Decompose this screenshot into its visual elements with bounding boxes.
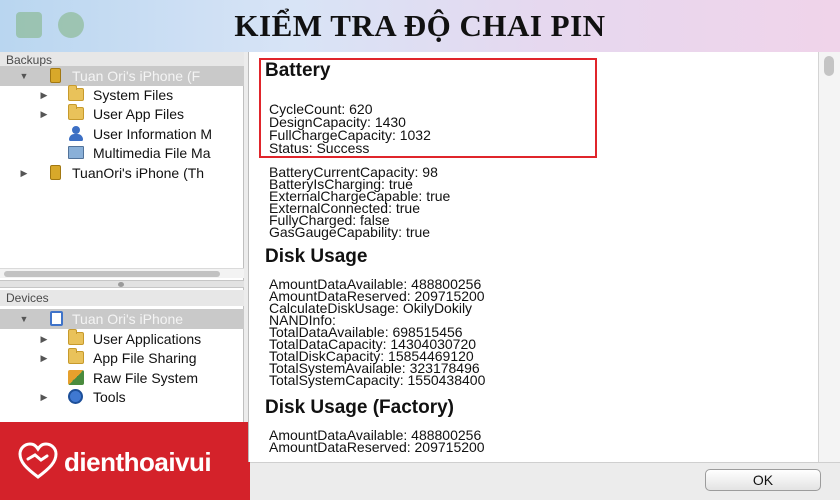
- collapsed-triangle-icon[interactable]: ▶: [38, 85, 50, 105]
- disk-usage-heading: Disk Usage: [265, 246, 368, 267]
- media-icon: [68, 146, 84, 159]
- phone-icon: [50, 68, 61, 83]
- scrollbar-thumb[interactable]: [4, 271, 220, 277]
- tools-icon: [68, 389, 83, 404]
- tree-item-tools[interactable]: ▶ Tools: [0, 387, 244, 407]
- phone-icon: [50, 165, 61, 180]
- backup-item-tuanori-iphone-2[interactable]: ▶ TuanOri's iPhone (Th: [0, 163, 244, 183]
- backup-item-tuan-ori-iphone[interactable]: ▼ Tuan Ori's iPhone (F: [0, 66, 244, 86]
- pane-splitter[interactable]: [0, 280, 244, 288]
- folder-icon: [68, 329, 84, 345]
- splitter-grip-icon[interactable]: [118, 282, 124, 287]
- detail-pane: Battery CycleCount: 620 DesignCapacity: …: [248, 52, 818, 462]
- folder-icon: [68, 104, 84, 120]
- tree-item-label: Tools: [93, 389, 126, 405]
- expand-triangle-icon[interactable]: ▼: [18, 309, 30, 329]
- device-item-tuan-ori-iphone[interactable]: ▼ Tuan Ori's iPhone: [0, 309, 244, 329]
- battery-heading: Battery: [265, 60, 331, 81]
- expand-triangle-icon[interactable]: ▼: [18, 66, 30, 86]
- folder-icon: [68, 348, 84, 364]
- tree-item-user-information[interactable]: User Information M: [0, 124, 244, 144]
- gas-gauge-capability: GasGaugeCapability: true: [269, 224, 431, 240]
- dialog-footer: OK: [250, 462, 840, 500]
- tree-item-label: Multimedia File Ma: [93, 145, 211, 161]
- tree-item-label: App File Sharing: [93, 350, 197, 366]
- tree-item-label: User Information M: [93, 126, 213, 142]
- tree-item-label: Raw File System: [93, 370, 199, 386]
- detail-vertical-scrollbar[interactable]: [818, 52, 840, 462]
- tree-item-label: Tuan Ori's iPhone: [72, 311, 184, 327]
- brand-logo: dienthoaivui: [0, 422, 250, 500]
- tree-item-user-applications[interactable]: ▶ User Applications: [0, 329, 244, 349]
- collapsed-triangle-icon[interactable]: ▶: [38, 348, 50, 368]
- tree-item-system-files[interactable]: ▶ System Files: [0, 85, 244, 105]
- app-window: KIỂM TRA ĐỘ CHAI PIN Backups ▼ Tuan Ori'…: [0, 0, 840, 500]
- ok-button[interactable]: OK: [705, 469, 821, 491]
- tree-item-label: System Files: [93, 87, 174, 103]
- collapsed-triangle-icon[interactable]: ▶: [38, 329, 50, 349]
- battery-status: Status: Success: [269, 140, 370, 156]
- logo-text: dienthoaivui: [64, 447, 212, 477]
- tree-item-user-app-files[interactable]: ▶ User App Files: [0, 104, 244, 124]
- folder-icon: [68, 85, 84, 101]
- tree-item-label: Tuan Ori's iPhone (F: [72, 68, 201, 84]
- heart-handshake-icon: [18, 442, 58, 479]
- tree-item-label: User App Files: [93, 106, 185, 122]
- tree-item-multimedia-file[interactable]: Multimedia File Ma: [0, 143, 244, 163]
- collapsed-triangle-icon[interactable]: ▶: [38, 104, 50, 124]
- device-icon: [50, 311, 63, 326]
- collapsed-triangle-icon[interactable]: ▶: [38, 387, 50, 407]
- raw-file-system-icon: [68, 370, 84, 385]
- tree-item-raw-file-system[interactable]: Raw File System: [0, 368, 244, 388]
- tree-item-app-file-sharing[interactable]: ▶ App File Sharing: [0, 348, 244, 368]
- scrollbar-thumb[interactable]: [824, 56, 834, 76]
- tree-item-label: User Applications: [93, 331, 202, 347]
- collapsed-triangle-icon[interactable]: ▶: [18, 163, 30, 183]
- disk-line: TotalSystemCapacity: 1550438400: [269, 372, 486, 388]
- tree-item-label: TuanOri's iPhone (Th: [72, 165, 205, 181]
- disk-factory-line: AmountDataReserved: 209715200: [269, 439, 485, 455]
- banner-title: KIỂM TRA ĐỘ CHAI PIN: [234, 8, 606, 43]
- backups-horizontal-scrollbar[interactable]: [0, 268, 244, 278]
- disk-usage-factory-heading: Disk Usage (Factory): [265, 397, 455, 418]
- devices-section-label: Devices: [0, 290, 244, 306]
- user-icon: [69, 126, 83, 141]
- title-banner: KIỂM TRA ĐỘ CHAI PIN: [0, 0, 840, 52]
